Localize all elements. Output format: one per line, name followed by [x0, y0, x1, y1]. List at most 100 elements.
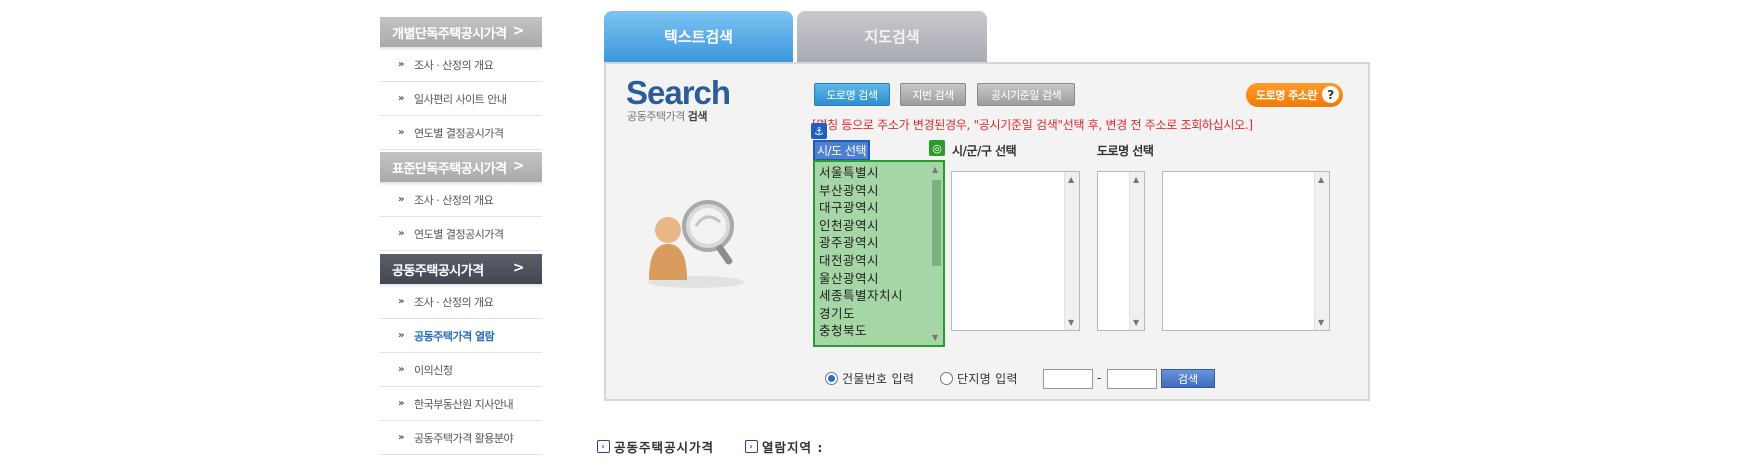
building-number-sub-input[interactable] — [1107, 369, 1157, 389]
bullet-icon: » — [398, 93, 404, 104]
radio-dot[interactable] — [940, 372, 953, 385]
sidebar-item-objection[interactable]: » 이의신청 — [380, 353, 542, 387]
sidebar-item-label: 공동주택가격 활용분야 — [413, 431, 514, 445]
question-icon: ? — [1322, 86, 1339, 103]
scroll-up-icon[interactable]: ▲ — [932, 165, 938, 174]
sidebar-item-usage[interactable]: » 공동주택가격 활용분야 — [380, 421, 542, 455]
scroll-down-icon[interactable]: ▼ — [1133, 318, 1139, 327]
sidebar-item-label: 조사 · 산정의 개요 — [413, 193, 494, 207]
sidebar-item-apartment-view[interactable]: » 공동주택가격 열람 — [380, 319, 542, 353]
dash-separator: - — [1097, 371, 1102, 385]
sido-option[interactable]: 인천광역시 — [819, 217, 903, 235]
sigungu-select[interactable]: ▲ ▼ — [951, 171, 1080, 331]
sido-option[interactable]: 대구광역시 — [819, 199, 903, 217]
chevron-right-icon: > — [512, 158, 525, 174]
sidebar-item-label: 연도별 결정공시가격 — [413, 227, 504, 241]
sidebar-item-label: 조사 · 산정의 개요 — [413, 58, 494, 72]
scroll-down-icon[interactable]: ▼ — [1068, 318, 1074, 327]
sidebar-item-apartment-overview[interactable]: » 조사 · 산정의 개요 — [380, 285, 542, 319]
sido-option[interactable]: 광주광역시 — [819, 234, 903, 252]
search-subtitle-bold: 검색 — [687, 110, 708, 123]
sido-option[interactable]: 대전광역시 — [819, 252, 903, 270]
sidebar-item-label: 한국부동산원 지사안내 — [413, 397, 514, 411]
chevron-right-icon: > — [512, 260, 525, 276]
bullet-icon: » — [398, 330, 404, 341]
lot-search-button[interactable]: 지번 검색 — [900, 83, 966, 106]
road-initial-select[interactable]: ▲ ▼ — [1097, 171, 1145, 331]
footer-price-label: › 공동주택공시가격 — [597, 437, 714, 456]
bullet-icon: » — [398, 59, 404, 70]
sidebar-item-standard-yearly[interactable]: » 연도별 결정공시가격 — [380, 217, 542, 251]
bullet-icon: » — [398, 296, 404, 307]
sigungu-label: 시/군/구 선택 — [952, 144, 1017, 158]
search-subtitle: 공동주택가격 검색 — [627, 108, 707, 124]
sidebar-item-branches[interactable]: » 한국부동산원 지사안내 — [380, 387, 542, 421]
arrow-box-icon: › — [745, 440, 758, 453]
sido-option[interactable]: 충청북도 — [819, 322, 903, 340]
bullet-icon: » — [398, 228, 404, 239]
sidebar-item-label: 일사편리 사이트 안내 — [413, 92, 507, 106]
scroll-up-icon[interactable]: ▲ — [1133, 175, 1139, 184]
footer-region-label: › 열람지역 : — [745, 437, 823, 456]
sidebar-item-label: 연도별 결정공시가격 — [413, 126, 504, 140]
radio-label: 단지명 입력 — [957, 372, 1018, 386]
sido-option[interactable]: 경기도 — [819, 305, 903, 323]
radio-building-number[interactable]: 건물번호 입력 — [825, 370, 914, 387]
tab-map-search[interactable]: 지도검색 — [797, 11, 987, 62]
sigungu-scrollbar[interactable]: ▲ ▼ — [1064, 172, 1079, 330]
sidebar-item-label: 이의신청 — [413, 363, 453, 377]
footer-region-text: 열람지역 : — [762, 440, 824, 455]
road-search-button[interactable]: 도로명 검색 — [814, 83, 890, 106]
sidebar-item-label: 조사 · 산정의 개요 — [413, 295, 494, 309]
building-number-main-input[interactable] — [1043, 369, 1093, 389]
arrow-box-icon: › — [597, 440, 610, 453]
sidebar-header-label: 개별단독주택공시가격 — [392, 26, 507, 42]
bullet-icon: » — [398, 432, 404, 443]
sido-option[interactable]: 서울특별시 — [819, 164, 903, 182]
scroll-thumb[interactable] — [932, 180, 941, 266]
sido-option[interactable]: 부산광역시 — [819, 182, 903, 200]
radio-label: 건물번호 입력 — [842, 372, 915, 386]
search-button[interactable]: 검색 — [1161, 369, 1215, 388]
bullet-icon: » — [398, 127, 404, 138]
sidebar-item-label: 공동주택가격 열람 — [413, 329, 495, 343]
sidebar-item-ilsapyeonri[interactable]: » 일사편리 사이트 안내 — [380, 82, 542, 116]
search-logo: Search — [626, 74, 731, 111]
road-initial-scrollbar[interactable]: ▲ ▼ — [1129, 172, 1144, 330]
search-subtitle-normal: 공동주택가격 — [627, 110, 685, 123]
sidebar-header-apartment[interactable]: 공동주택공시가격 > — [380, 254, 542, 288]
scroll-up-icon[interactable]: ▲ — [1068, 175, 1074, 184]
tab-text-search[interactable]: 텍스트검색 — [604, 11, 793, 62]
road-scrollbar[interactable]: ▲ ▼ — [1314, 172, 1329, 330]
bullet-icon: » — [398, 398, 404, 409]
scroll-up-icon[interactable]: ▲ — [1318, 175, 1324, 184]
sidebar-item-standard-overview[interactable]: » 조사 · 산정의 개요 — [380, 183, 542, 217]
sido-option[interactable]: 울산광역시 — [819, 270, 903, 288]
radio-dot[interactable] — [825, 372, 838, 385]
radio-complex-name[interactable]: 단지명 입력 — [940, 370, 1018, 387]
sido-options: 서울특별시 부산광역시 대구광역시 인천광역시 광주광역시 대전광역시 울산광역… — [819, 164, 903, 340]
sido-label: 시/도 선택 — [812, 140, 871, 161]
road-label: 도로명 선택 — [1097, 144, 1154, 158]
bullet-icon: » — [398, 194, 404, 205]
sidebar-header-label: 공동주택공시가격 — [392, 263, 484, 279]
anchor-icon: ⚓ — [811, 123, 827, 139]
date-search-button[interactable]: 공시기준일 검색 — [977, 83, 1075, 106]
sidebar-header-label: 표준단독주택공시가격 — [392, 161, 507, 177]
sido-select[interactable]: 서울특별시 부산광역시 대구광역시 인천광역시 광주광역시 대전광역시 울산광역… — [813, 160, 945, 347]
scroll-down-icon[interactable]: ▼ — [1318, 318, 1324, 327]
sidebar-item-individual-overview[interactable]: » 조사 · 산정의 개요 — [380, 48, 542, 82]
bullet-icon: » — [398, 364, 404, 375]
road-address-help-button[interactable]: 도로명 주소란 ? — [1246, 83, 1343, 107]
person-search-icon — [648, 200, 744, 288]
target-icon: ◎ — [929, 140, 945, 156]
scroll-down-icon[interactable]: ▼ — [932, 333, 938, 342]
footer-price-text: 공동주택공시가격 — [614, 440, 715, 455]
sidebar-item-individual-yearly[interactable]: » 연도별 결정공시가격 — [380, 116, 542, 150]
sidebar-header-individual[interactable]: 개별단독주택공시가격 > — [380, 17, 542, 51]
sido-scrollbar[interactable]: ▲ ▼ — [929, 162, 943, 345]
sidebar-header-standard[interactable]: 표준단독주택공시가격 > — [380, 152, 542, 186]
road-select[interactable]: ▲ ▼ — [1162, 171, 1330, 331]
notice-text: [명칭 등으로 주소가 변경된경우, "공시기준일 검색"선택 후, 변경 전 … — [812, 118, 1253, 132]
sido-option[interactable]: 세종특별자치시 — [819, 287, 903, 305]
